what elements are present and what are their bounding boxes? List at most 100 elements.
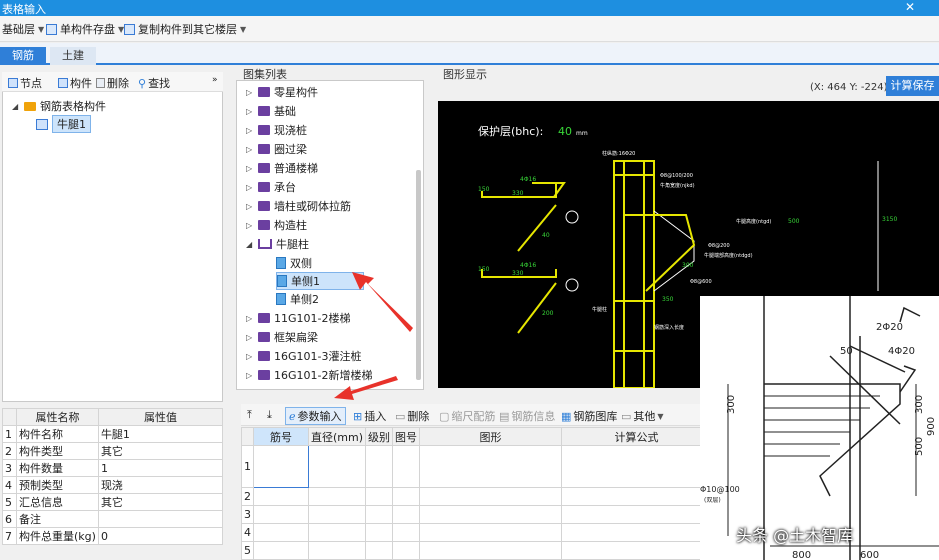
tree-item-corbel1[interactable]: 牛腿1 <box>36 115 91 133</box>
prop-value[interactable]: 1 <box>97 459 224 477</box>
expand-panel-icon[interactable]: » <box>212 75 218 85</box>
prop-value[interactable]: 现浇 <box>97 476 224 494</box>
atlas-item[interactable]: ◢ 牛腿柱 <box>246 236 309 252</box>
table-row[interactable]: 1 <box>241 445 713 488</box>
col-header-grade[interactable]: 级别 <box>365 427 394 446</box>
figure-no-cell[interactable] <box>392 505 421 524</box>
prop-value[interactable]: 牛腿1 <box>97 425 224 443</box>
expand-icon[interactable]: ▷ <box>246 107 254 116</box>
prop-value[interactable]: 0 <box>97 527 224 545</box>
col-header-diameter[interactable]: 直径(mm) <box>307 427 367 446</box>
grade-cell[interactable] <box>365 505 394 524</box>
prop-value[interactable] <box>97 510 224 528</box>
formula-cell[interactable] <box>561 541 713 560</box>
atlas-item[interactable]: ▷ 圈过梁 <box>246 141 307 157</box>
grade-cell[interactable] <box>365 445 394 488</box>
copy-to-floors-button[interactable]: 复制构件到其它楼层 ▼ <box>124 21 246 37</box>
table-row[interactable]: 5 <box>241 541 713 560</box>
bar-no-cell[interactable] <box>253 505 309 524</box>
table-row[interactable]: 4 预制类型 现浇 <box>2 476 224 494</box>
atlas-item[interactable]: ▷ 零星构件 <box>246 84 318 100</box>
shape-cell[interactable] <box>419 523 563 542</box>
param-input-button[interactable]: ℯ 参数输入 <box>285 407 346 425</box>
bar-no-cell[interactable] <box>253 541 309 560</box>
calc-save-button[interactable]: 计算保存 <box>886 76 939 96</box>
expand-icon[interactable]: ▷ <box>246 202 254 211</box>
table-row[interactable]: 2 构件类型 其它 <box>2 442 224 460</box>
diameter-cell[interactable] <box>307 445 367 488</box>
save-component-button[interactable]: 单构件存盘 ▼ <box>46 21 124 37</box>
expand-icon[interactable]: ▷ <box>246 183 254 192</box>
bar-no-cell[interactable] <box>253 445 309 488</box>
grade-cell[interactable] <box>365 487 394 506</box>
formula-cell[interactable] <box>561 487 713 506</box>
collapse-icon[interactable]: ◢ <box>246 240 254 249</box>
prop-value[interactable]: 其它 <box>97 442 224 460</box>
grade-cell[interactable] <box>365 523 394 542</box>
add-node-button[interactable]: 节点 <box>8 75 42 91</box>
col-header-formula[interactable]: 计算公式 <box>561 427 713 446</box>
col-header-shape[interactable]: 图形 <box>419 427 563 446</box>
expand-icon[interactable]: ▷ <box>246 314 254 323</box>
insert-button[interactable]: ⊞ 插入 <box>353 408 386 424</box>
diameter-cell[interactable] <box>307 505 367 524</box>
table-row[interactable]: 1 构件名称 牛腿1 <box>2 425 224 443</box>
col-header-figure-no[interactable]: 图号 <box>392 427 421 446</box>
scale-config-button[interactable]: ▢ 缩尺配筋 <box>439 408 495 424</box>
atlas-item[interactable]: ▷ 墙柱或砌体拉筋 <box>246 198 351 214</box>
rebar-library-button[interactable]: ▦ 钢筋图库 <box>561 408 617 424</box>
shape-cell[interactable] <box>419 505 563 524</box>
shape-cell[interactable] <box>419 487 563 506</box>
expand-icon[interactable]: ▷ <box>246 333 254 342</box>
shape-cell[interactable] <box>419 445 563 488</box>
table-row[interactable]: 2 <box>241 487 713 506</box>
other-menu-button[interactable]: ▭ 其他 ▼ <box>621 408 664 424</box>
tree-root[interactable]: ◢ 钢筋表格构件 <box>12 98 106 114</box>
delete-row-button[interactable]: ▭ 删除 <box>395 408 429 424</box>
table-row[interactable]: 6 备注 <box>2 510 224 528</box>
formula-cell[interactable] <box>561 445 713 488</box>
bar-no-cell[interactable] <box>253 523 309 542</box>
prop-value[interactable]: 其它 <box>97 493 224 511</box>
shape-cell[interactable] <box>419 541 563 560</box>
table-row[interactable]: 5 汇总信息 其它 <box>2 493 224 511</box>
expand-icon[interactable]: ▷ <box>246 145 254 154</box>
formula-cell[interactable] <box>561 523 713 542</box>
atlas-item[interactable]: ▷ 基础 <box>246 103 296 119</box>
figure-no-cell[interactable] <box>392 487 421 506</box>
collapse-icon[interactable]: ◢ <box>12 102 20 111</box>
tab-civil[interactable]: 土建 <box>50 47 96 65</box>
formula-cell[interactable] <box>561 505 713 524</box>
atlas-item[interactable]: ▷ 承台 <box>246 179 296 195</box>
expand-icon[interactable]: ▷ <box>246 126 254 135</box>
expand-icon[interactable]: ▷ <box>246 164 254 173</box>
col-header-bar-no[interactable]: 筋号 <box>253 427 309 446</box>
move-down-icon[interactable]: ⤓ <box>267 408 272 422</box>
floor-select[interactable]: 基础层 ▼ <box>2 21 44 37</box>
figure-no-cell[interactable] <box>392 445 421 488</box>
expand-icon[interactable]: ▷ <box>246 352 254 361</box>
atlas-item[interactable]: 双侧 <box>276 255 312 271</box>
delete-component-button[interactable]: 删除 <box>96 75 129 91</box>
table-row[interactable]: 7 构件总重量(kg) 0 <box>2 527 224 545</box>
expand-icon[interactable]: ▷ <box>246 221 254 230</box>
bar-no-cell[interactable] <box>253 487 309 506</box>
atlas-item[interactable]: ▷ 普通楼梯 <box>246 160 318 176</box>
find-button[interactable]: ⚲ 查找 <box>138 75 170 91</box>
expand-icon[interactable]: ▷ <box>246 88 254 97</box>
diameter-cell[interactable] <box>307 541 367 560</box>
rebar-info-button[interactable]: ▤ 钢筋信息 <box>499 408 555 424</box>
diameter-cell[interactable] <box>307 523 367 542</box>
move-up-icon[interactable]: ⤒ <box>247 408 252 422</box>
table-row[interactable]: 3 构件数量 1 <box>2 459 224 477</box>
diameter-cell[interactable] <box>307 487 367 506</box>
expand-icon[interactable]: ▷ <box>246 371 254 380</box>
atlas-item[interactable]: ▷ 现浇桩 <box>246 122 307 138</box>
table-row[interactable]: 3 <box>241 505 713 524</box>
close-icon[interactable]: ✕ <box>905 0 915 14</box>
add-component-button[interactable]: 构件 <box>58 75 92 91</box>
figure-no-cell[interactable] <box>392 523 421 542</box>
figure-no-cell[interactable] <box>392 541 421 560</box>
table-row[interactable]: 4 <box>241 523 713 542</box>
grade-cell[interactable] <box>365 541 394 560</box>
